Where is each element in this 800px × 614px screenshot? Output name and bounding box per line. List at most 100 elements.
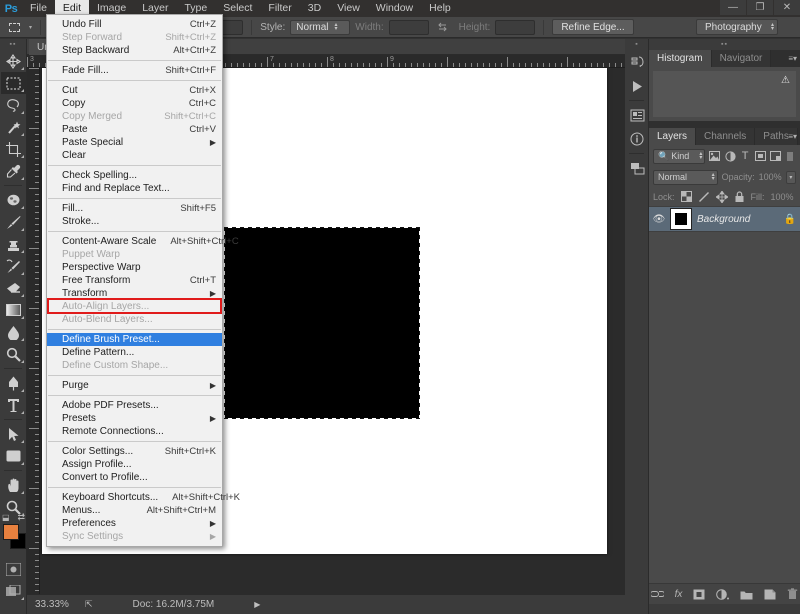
- menu-item-fill[interactable]: Fill... Shift+F5: [47, 202, 222, 215]
- status-menu-arrow-icon[interactable]: ▶: [254, 600, 260, 609]
- info-panel-icon[interactable]: [625, 127, 649, 151]
- histogram-panel-menu-icon[interactable]: ≡▾: [788, 54, 797, 63]
- blur-tool[interactable]: [1, 321, 26, 343]
- foreground-color-swatch[interactable]: [3, 524, 19, 540]
- layer-lock-icon[interactable]: 🔒: [784, 214, 796, 225]
- style-select[interactable]: Normal ▴ ▾: [290, 19, 351, 35]
- layer-filter-kind-select[interactable]: 🔍 Kind ▴ ▾: [653, 148, 706, 164]
- gradient-tool[interactable]: [1, 299, 26, 321]
- menu-view[interactable]: View: [329, 0, 368, 17]
- menu-item-presets[interactable]: Presets ▶: [47, 412, 222, 425]
- properties-panel-icon[interactable]: [625, 103, 649, 127]
- menu-item-perspective-warp[interactable]: Perspective Warp: [47, 261, 222, 274]
- restore-button[interactable]: ❐: [747, 0, 773, 15]
- filter-adjustment-layers-icon[interactable]: [724, 149, 736, 163]
- actions-panel-icon[interactable]: [625, 74, 649, 98]
- lasso-tool[interactable]: [1, 94, 26, 116]
- history-brush-tool[interactable]: [1, 255, 26, 277]
- eyedropper-tool[interactable]: [1, 160, 26, 182]
- fill-value[interactable]: 100%: [771, 192, 794, 202]
- menu-item-free-transform[interactable]: Free Transform Ctrl+T: [47, 274, 222, 287]
- menu-item-menus[interactable]: Menus... Alt+Shift+Ctrl+M: [47, 504, 222, 517]
- new-layer-icon[interactable]: [764, 589, 776, 600]
- horizontal-type-tool[interactable]: [1, 394, 26, 416]
- menu-3d[interactable]: 3D: [300, 0, 329, 17]
- spot-healing-brush-tool[interactable]: [1, 189, 26, 211]
- screen-mode-button[interactable]: [1, 580, 26, 602]
- histogram-panel-grip[interactable]: ▪▪: [649, 39, 800, 50]
- tool-preset-chevron-icon[interactable]: ▾: [29, 24, 32, 31]
- dock-grip[interactable]: ▪: [625, 39, 648, 50]
- menu-item-paste[interactable]: Paste Ctrl+V: [47, 123, 222, 136]
- menu-item-step-backward[interactable]: Step Backward Alt+Ctrl+Z: [47, 44, 222, 57]
- menu-item-adobe-pdf-presets[interactable]: Adobe PDF Presets...: [47, 399, 222, 412]
- path-selection-tool[interactable]: [1, 423, 26, 445]
- layer-mask-icon[interactable]: [693, 589, 705, 600]
- menu-item-find-and-replace-text[interactable]: Find and Replace Text...: [47, 182, 222, 195]
- layer-thumbnail[interactable]: [670, 208, 692, 230]
- clone-stamp-tool[interactable]: [1, 233, 26, 255]
- crop-tool[interactable]: [1, 138, 26, 160]
- workspace-select[interactable]: Photography ▴ ▾: [696, 19, 778, 35]
- menu-item-content-aware-scale[interactable]: Content-Aware Scale Alt+Shift+Ctrl+C: [47, 235, 239, 248]
- edit-dropdown-menu[interactable]: Undo Fill Ctrl+Z Step Forward Shift+Ctrl+Z S…: [46, 14, 240, 547]
- default-colors-icon[interactable]: ⬓: [2, 513, 10, 522]
- filter-shape-layers-icon[interactable]: [754, 149, 766, 163]
- close-button[interactable]: ✕: [774, 0, 800, 15]
- menu-item-cut[interactable]: Cut Ctrl+X: [47, 84, 222, 97]
- status-arrange-icon[interactable]: ⇱: [85, 599, 93, 610]
- hand-tool[interactable]: [1, 474, 26, 496]
- pen-tool[interactable]: [1, 372, 26, 394]
- new-group-icon[interactable]: [740, 589, 753, 600]
- filter-toggle-icon[interactable]: [785, 149, 796, 163]
- filter-smart-objects-icon[interactable]: [769, 149, 781, 163]
- lock-all-icon[interactable]: [734, 190, 745, 204]
- filter-type-layers-icon[interactable]: T: [740, 149, 751, 163]
- link-layers-icon[interactable]: [650, 589, 664, 599]
- tab-layers[interactable]: Layers: [649, 128, 697, 145]
- menu-item-check-spelling[interactable]: Check Spelling...: [47, 169, 222, 182]
- quick-mask-button[interactable]: [1, 558, 26, 580]
- menu-item-preferences[interactable]: Preferences ▶: [47, 517, 222, 530]
- new-fill-adjustment-icon[interactable]: [716, 588, 730, 600]
- magic-wand-tool[interactable]: [1, 116, 26, 138]
- tab-histogram[interactable]: Histogram: [649, 50, 712, 67]
- swap-colors-icon[interactable]: ⇄: [17, 512, 25, 523]
- menu-help[interactable]: Help: [421, 0, 459, 17]
- width-input[interactable]: [388, 19, 429, 35]
- menu-item-undo-fill[interactable]: Undo Fill Ctrl+Z: [47, 18, 222, 31]
- active-tool-icon[interactable]: [4, 19, 24, 36]
- menu-item-transform[interactable]: Transform ▶: [47, 287, 222, 300]
- menu-item-clear[interactable]: Clear: [47, 149, 222, 162]
- layer-row-background[interactable]: 👁 Background 🔒: [649, 206, 800, 232]
- lock-transparent-pixels-icon[interactable]: [680, 190, 692, 204]
- lock-image-pixels-icon[interactable]: [698, 190, 710, 204]
- blend-mode-select[interactable]: Normal ▴ ▾: [653, 169, 718, 185]
- delete-layer-icon[interactable]: [787, 588, 798, 600]
- filter-pixel-layers-icon[interactable]: [709, 149, 721, 163]
- adjustments-panel-icon[interactable]: [625, 156, 649, 180]
- layer-name[interactable]: Background: [697, 214, 779, 225]
- menu-item-purge[interactable]: Purge ▶: [47, 379, 222, 392]
- tab-channels[interactable]: Channels: [696, 128, 756, 145]
- refine-edge-button[interactable]: Refine Edge...: [552, 19, 634, 35]
- height-input[interactable]: [495, 19, 536, 35]
- rectangle-tool[interactable]: [1, 445, 26, 467]
- menu-item-paste-special[interactable]: Paste Special ▶: [47, 136, 222, 149]
- layer-visibility-eye-icon[interactable]: 👁: [653, 214, 666, 225]
- toolbar-grip[interactable]: ▪▪: [0, 39, 26, 50]
- eraser-tool[interactable]: [1, 277, 26, 299]
- opacity-chevron-icon[interactable]: ▾: [785, 170, 796, 184]
- opacity-value[interactable]: 100%: [759, 172, 782, 182]
- menu-window[interactable]: Window: [368, 0, 421, 17]
- menu-item-convert-to-profile[interactable]: Convert to Profile...: [47, 471, 222, 484]
- layer-style-icon[interactable]: fx: [675, 589, 683, 600]
- rectangular-marquee-tool[interactable]: [1, 72, 26, 94]
- brush-tool[interactable]: [1, 211, 26, 233]
- menu-item-keyboard-shortcuts[interactable]: Keyboard Shortcuts... Alt+Shift+Ctrl+K: [47, 491, 240, 504]
- dodge-tool[interactable]: [1, 343, 26, 365]
- tab-navigator[interactable]: Navigator: [711, 50, 772, 67]
- history-panel-icon[interactable]: [625, 50, 649, 74]
- menu-item-assign-profile[interactable]: Assign Profile...: [47, 458, 222, 471]
- move-tool[interactable]: [1, 50, 26, 72]
